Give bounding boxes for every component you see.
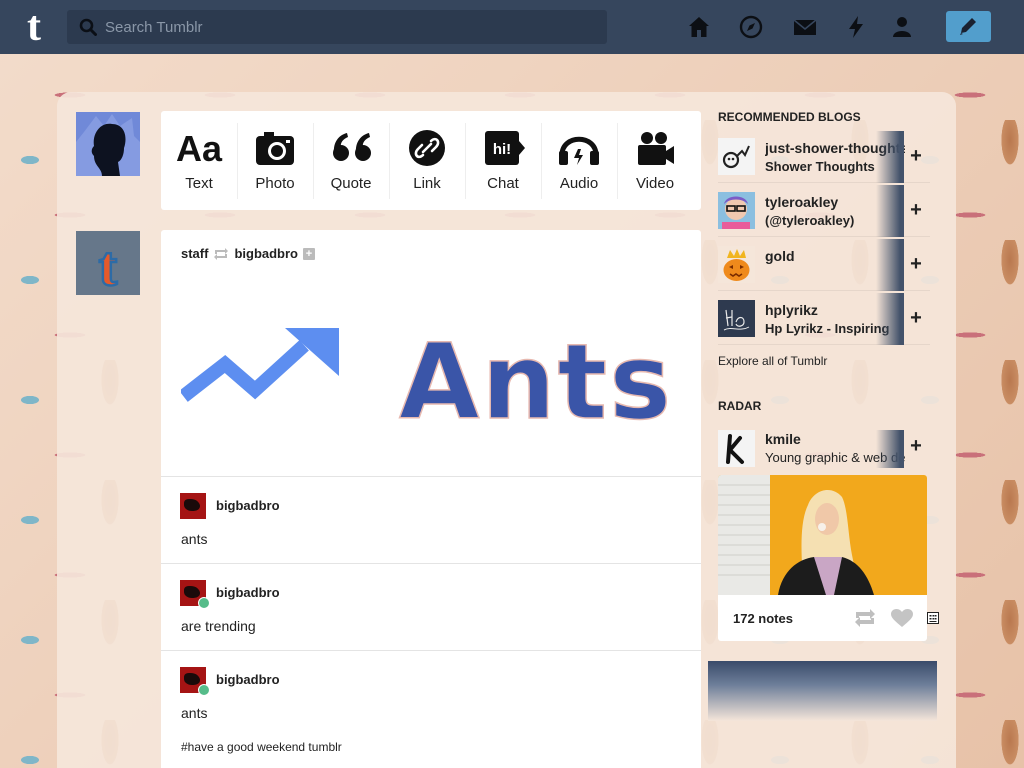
more-options-icon[interactable] [927, 612, 939, 624]
recommended-blog-item[interactable]: gold + [718, 239, 930, 291]
link-icon [409, 130, 445, 166]
reblog-username[interactable]: bigbadbro [216, 498, 280, 513]
svg-text:t: t [99, 236, 118, 295]
post-audio-button[interactable]: Audio [541, 111, 617, 210]
follow-button[interactable]: + [906, 145, 926, 167]
reblogged-from-link[interactable]: bigbadbro [234, 246, 298, 261]
post-text-button[interactable]: Aa Text [161, 111, 237, 210]
search-box[interactable] [67, 10, 607, 44]
text-icon: Aa [175, 128, 223, 169]
crown-pumpkin-avatar[interactable] [718, 246, 755, 283]
ants-image-text: Ants [399, 321, 673, 430]
dashboard-post: staff bigbadbro + Ants bigbadbro ants bi… [161, 230, 701, 768]
post-type-label: Link [413, 175, 441, 192]
camera-icon [256, 132, 294, 165]
silhouette-avatar-image [76, 112, 140, 176]
compose-button[interactable] [946, 11, 991, 42]
post-chat-button[interactable]: hi! Chat [465, 111, 541, 210]
post-quote-button[interactable]: Quote [313, 111, 389, 210]
post-type-label: Quote [330, 175, 372, 192]
recommended-blog-item[interactable]: hplyrikz Hp Lyrikz - Inspiring + [718, 293, 930, 345]
tumblr-logo[interactable]: t [14, 6, 54, 48]
follow-button[interactable]: + [906, 307, 926, 329]
tumblr-staff-logo: t [76, 231, 140, 295]
avatar[interactable] [180, 580, 210, 609]
reblog-username[interactable]: bigbadbro [216, 585, 280, 600]
fade-overlay [876, 131, 904, 183]
follow-button[interactable]: + [906, 253, 926, 275]
sidebar-image-strip [708, 661, 937, 721]
radar-photo [718, 475, 927, 595]
pencil-icon [960, 18, 976, 35]
activity-icon[interactable] [843, 14, 869, 40]
notes-count[interactable]: 172 notes [733, 611, 793, 626]
fade-overlay [876, 185, 904, 237]
reblog-icon [214, 247, 229, 260]
recommended-blog-item[interactable]: just-shower-thoughts Shower Thoughts + [718, 131, 930, 183]
blog-avatar[interactable] [718, 192, 755, 229]
chat-icon: hi! [485, 131, 525, 165]
post-tags[interactable]: #have a good weekend tumblr [181, 740, 342, 754]
search-icon [79, 18, 97, 36]
fade-overlay [876, 293, 904, 345]
home-icon[interactable] [686, 14, 712, 40]
post-type-label: Video [635, 175, 675, 192]
recommended-blogs-title: RECOMMENDED BLOGS [718, 110, 861, 124]
follow-button[interactable]: + [906, 199, 926, 221]
blog-avatar[interactable] [718, 300, 755, 337]
video-icon [638, 132, 674, 165]
explore-link[interactable]: Explore all of Tumblr [718, 354, 827, 368]
reblog-text: are trending [181, 618, 256, 634]
staff-avatar[interactable]: t [76, 231, 140, 295]
post-link-button[interactable]: Link [389, 111, 465, 210]
radar-blog-item[interactable]: kmile Young graphic & web designer + [718, 424, 930, 470]
inbox-icon[interactable] [792, 14, 818, 40]
recommended-blog-item[interactable]: tyleroakley (@tyleroakley) + [718, 185, 930, 237]
radar-title: RADAR [718, 399, 762, 413]
svg-text:hi!: hi! [493, 141, 511, 158]
trending-arrow-icon [181, 328, 339, 402]
reblog-badge-icon [198, 597, 210, 609]
account-icon[interactable] [889, 14, 915, 40]
post-type-label: Text [185, 175, 213, 192]
like-heart-icon[interactable] [891, 609, 913, 628]
reblog-text: ants [181, 705, 208, 721]
explore-icon[interactable] [738, 14, 764, 40]
reblog-entry: bigbadbro ants [161, 476, 701, 563]
ants-trending-image: Ants [181, 320, 673, 430]
post-type-label: Audio [559, 175, 599, 192]
search-input[interactable] [105, 10, 595, 44]
quote-icon [333, 133, 371, 161]
post-author-link[interactable]: staff [181, 246, 208, 261]
post-type-bar: Aa Text Photo Quote Link hi! Chat Audio … [161, 111, 701, 210]
reblog-text: ants [181, 531, 208, 547]
follow-button[interactable]: + [906, 435, 926, 457]
top-nav-bar: t [0, 0, 1024, 54]
blog-avatar[interactable] [718, 138, 755, 175]
reblog-icon[interactable] [854, 609, 876, 627]
avatar[interactable] [180, 667, 210, 696]
headphones-icon [559, 136, 599, 165]
radar-post-card[interactable]: 172 notes [718, 475, 927, 641]
follow-plus-icon[interactable]: + [303, 247, 315, 260]
reblog-username[interactable]: bigbadbro [216, 672, 280, 687]
fade-overlay [876, 239, 904, 291]
post-header: staff bigbadbro + [181, 246, 315, 261]
reblog-entry: bigbadbro ants [161, 650, 701, 740]
avatar[interactable] [180, 493, 206, 519]
post-type-label: Photo [255, 175, 295, 192]
post-video-button[interactable]: Video [617, 111, 693, 210]
user-avatar[interactable] [76, 112, 140, 176]
kmile-avatar[interactable] [718, 430, 755, 467]
fade-overlay [876, 430, 904, 468]
post-photo-button[interactable]: Photo [237, 111, 313, 210]
reblog-badge-icon [198, 684, 210, 696]
post-type-label: Chat [487, 175, 519, 192]
reblog-entry: bigbadbro are trending [161, 563, 701, 650]
